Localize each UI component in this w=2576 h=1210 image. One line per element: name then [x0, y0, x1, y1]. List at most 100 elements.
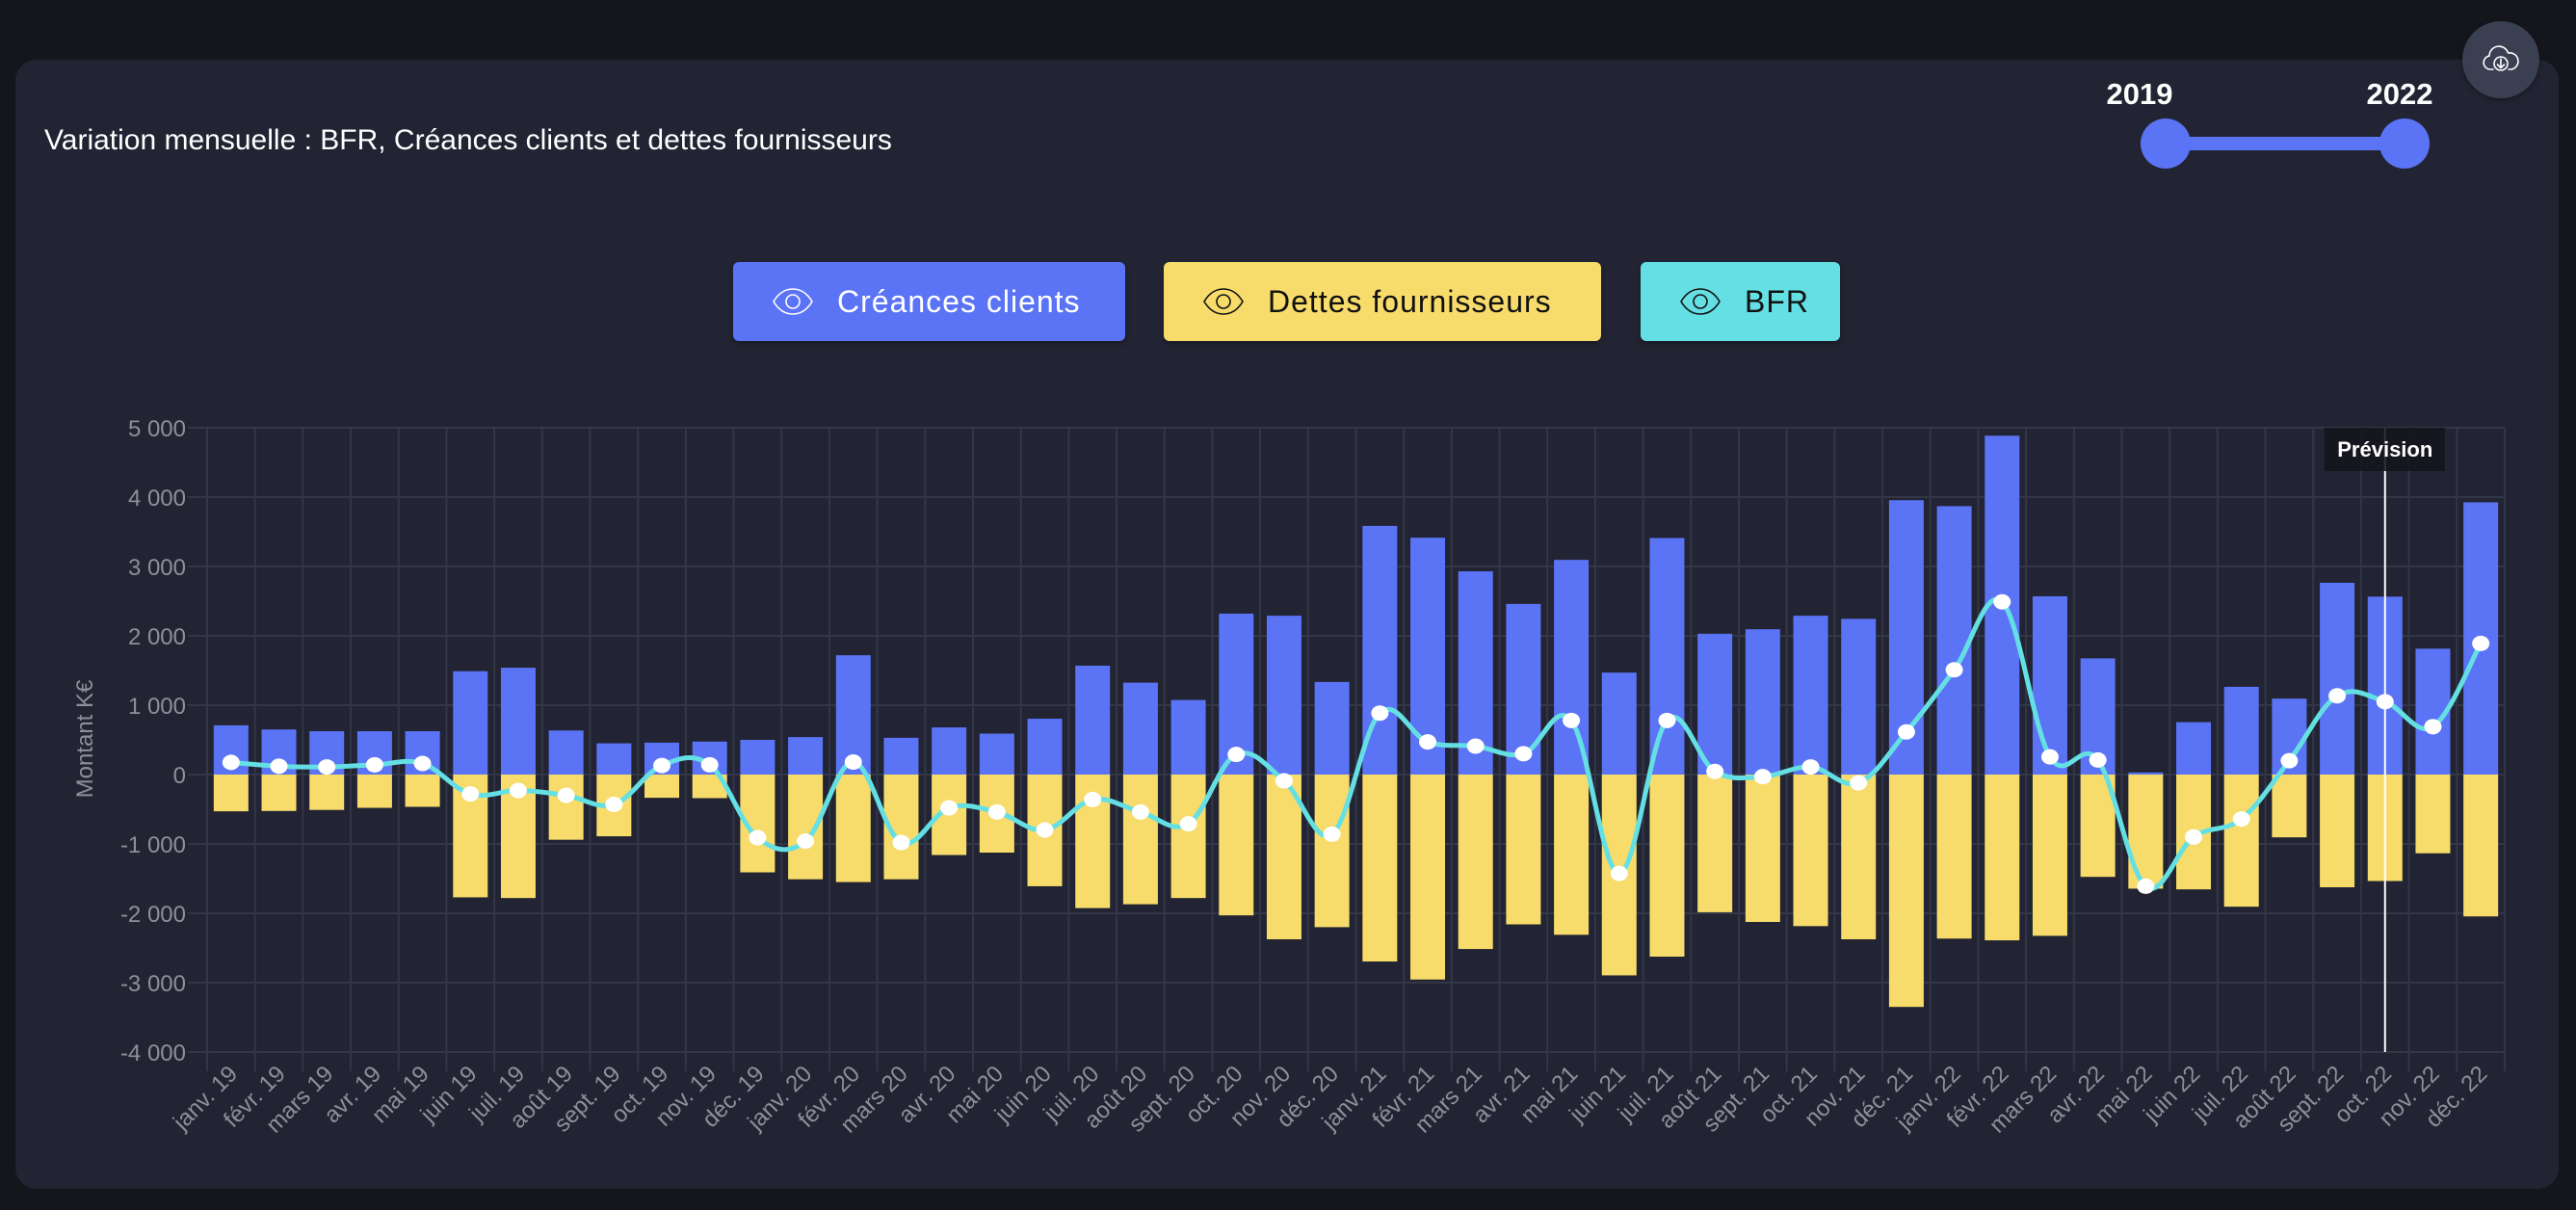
bfr-point[interactable] — [892, 834, 910, 851]
bar-creances[interactable] — [1649, 538, 1685, 775]
bfr-point[interactable] — [1706, 763, 1724, 779]
bfr-point[interactable] — [365, 756, 383, 773]
bar-creances[interactable] — [1601, 672, 1637, 775]
bar-creances[interactable] — [1554, 560, 1590, 775]
bfr-point[interactable] — [1131, 803, 1149, 820]
bar-dettes[interactable] — [2320, 775, 2355, 887]
bar-dettes[interactable] — [1314, 775, 1350, 928]
bfr-point[interactable] — [749, 829, 767, 846]
bar-creances[interactable] — [596, 743, 632, 775]
bfr-point[interactable] — [2137, 878, 2155, 894]
bar-creances[interactable] — [2320, 582, 2355, 775]
bar-dettes[interactable] — [1697, 775, 1733, 912]
bar-dettes[interactable] — [1745, 775, 1780, 922]
bar-dettes[interactable] — [1122, 775, 1158, 905]
bfr-point[interactable] — [2040, 749, 2059, 765]
bfr-point[interactable] — [844, 754, 862, 771]
bfr-point[interactable] — [1563, 712, 1581, 728]
bfr-point[interactable] — [1275, 773, 1293, 789]
bfr-point[interactable] — [2472, 635, 2490, 651]
bar-dettes[interactable] — [2128, 775, 2164, 889]
bar-dettes[interactable] — [1362, 775, 1398, 962]
bar-creances[interactable] — [2128, 772, 2164, 775]
bfr-point[interactable] — [653, 757, 671, 774]
bfr-point[interactable] — [1753, 769, 1772, 785]
bar-creances[interactable] — [1027, 719, 1063, 775]
bar-dettes[interactable] — [644, 775, 680, 799]
bar-dettes[interactable] — [835, 775, 871, 882]
bar-dettes[interactable] — [2463, 775, 2499, 917]
bfr-point[interactable] — [2280, 752, 2299, 769]
bar-dettes[interactable] — [1554, 775, 1590, 935]
bfr-point[interactable] — [222, 754, 240, 771]
bfr-point[interactable] — [1945, 662, 1963, 678]
bar-dettes[interactable] — [2415, 775, 2451, 854]
bfr-point[interactable] — [1084, 791, 1102, 807]
bfr-point[interactable] — [2328, 688, 2347, 704]
bar-dettes[interactable] — [1410, 775, 1446, 980]
bar-creances[interactable] — [1075, 665, 1111, 775]
bar-dettes[interactable] — [1985, 775, 2020, 941]
bfr-point[interactable] — [1897, 723, 1915, 740]
bar-dettes[interactable] — [356, 775, 392, 808]
bar-dettes[interactable] — [213, 775, 249, 812]
bfr-point[interactable] — [413, 755, 432, 772]
bfr-point[interactable] — [461, 786, 480, 802]
bar-creances[interactable] — [1122, 682, 1158, 775]
bar-creances[interactable] — [1266, 616, 1301, 775]
bar-creances[interactable] — [788, 737, 824, 775]
bar-creances[interactable] — [1314, 681, 1350, 775]
bar-creances[interactable] — [1745, 629, 1780, 775]
bar-creances[interactable] — [979, 733, 1014, 775]
bar-creances[interactable] — [548, 730, 584, 775]
bfr-point[interactable] — [1801, 759, 1820, 776]
bfr-point[interactable] — [1419, 734, 1437, 750]
bfr-point[interactable] — [1179, 816, 1197, 832]
bfr-point[interactable] — [605, 796, 623, 812]
bar-creances[interactable] — [1841, 618, 1877, 775]
bar-dettes[interactable] — [1219, 775, 1254, 916]
bfr-point[interactable] — [1993, 593, 2011, 610]
bfr-point[interactable] — [2089, 751, 2107, 768]
bar-dettes[interactable] — [405, 775, 440, 807]
bfr-point[interactable] — [1371, 705, 1389, 722]
bar-dettes[interactable] — [309, 775, 345, 810]
bar-creances[interactable] — [740, 740, 775, 775]
bfr-point[interactable] — [940, 800, 959, 816]
bar-dettes[interactable] — [2223, 775, 2259, 908]
bfr-point[interactable] — [1514, 746, 1533, 762]
bar-dettes[interactable] — [2032, 775, 2067, 936]
bar-creances[interactable] — [2176, 722, 2212, 775]
bar-creances[interactable] — [500, 668, 536, 775]
bfr-point[interactable] — [797, 833, 815, 850]
bfr-point[interactable] — [270, 758, 288, 775]
bfr-point[interactable] — [1036, 822, 1054, 838]
bar-dettes[interactable] — [1841, 775, 1877, 939]
bar-creances[interactable] — [932, 727, 967, 775]
bar-creances[interactable] — [453, 671, 488, 775]
bar-dettes[interactable] — [1649, 775, 1685, 957]
bar-creances[interactable] — [1170, 699, 1206, 775]
bfr-point[interactable] — [318, 759, 336, 776]
bar-dettes[interactable] — [1170, 775, 1206, 899]
bar-creances[interactable] — [2223, 686, 2259, 775]
bfr-point[interactable] — [1323, 826, 1341, 842]
bar-dettes[interactable] — [2272, 775, 2307, 838]
bfr-point[interactable] — [987, 803, 1006, 820]
bar-creances[interactable] — [2032, 595, 2067, 775]
bfr-point[interactable] — [1466, 738, 1485, 754]
bfr-point[interactable] — [1610, 865, 1628, 881]
bfr-point[interactable] — [2185, 829, 2203, 845]
bfr-point[interactable] — [2424, 719, 2442, 735]
bar-dettes[interactable] — [1793, 775, 1828, 927]
bfr-point[interactable] — [2232, 811, 2250, 828]
bar-dettes[interactable] — [1888, 775, 1924, 1008]
bfr-point[interactable] — [700, 756, 719, 773]
bfr-point[interactable] — [1227, 747, 1246, 763]
bfr-point[interactable] — [1658, 712, 1676, 728]
bar-creances[interactable] — [883, 737, 919, 775]
bar-dettes[interactable] — [1936, 775, 1972, 939]
bar-dettes[interactable] — [261, 775, 297, 811]
bfr-point[interactable] — [509, 782, 527, 799]
bar-creances[interactable] — [1793, 616, 1828, 775]
